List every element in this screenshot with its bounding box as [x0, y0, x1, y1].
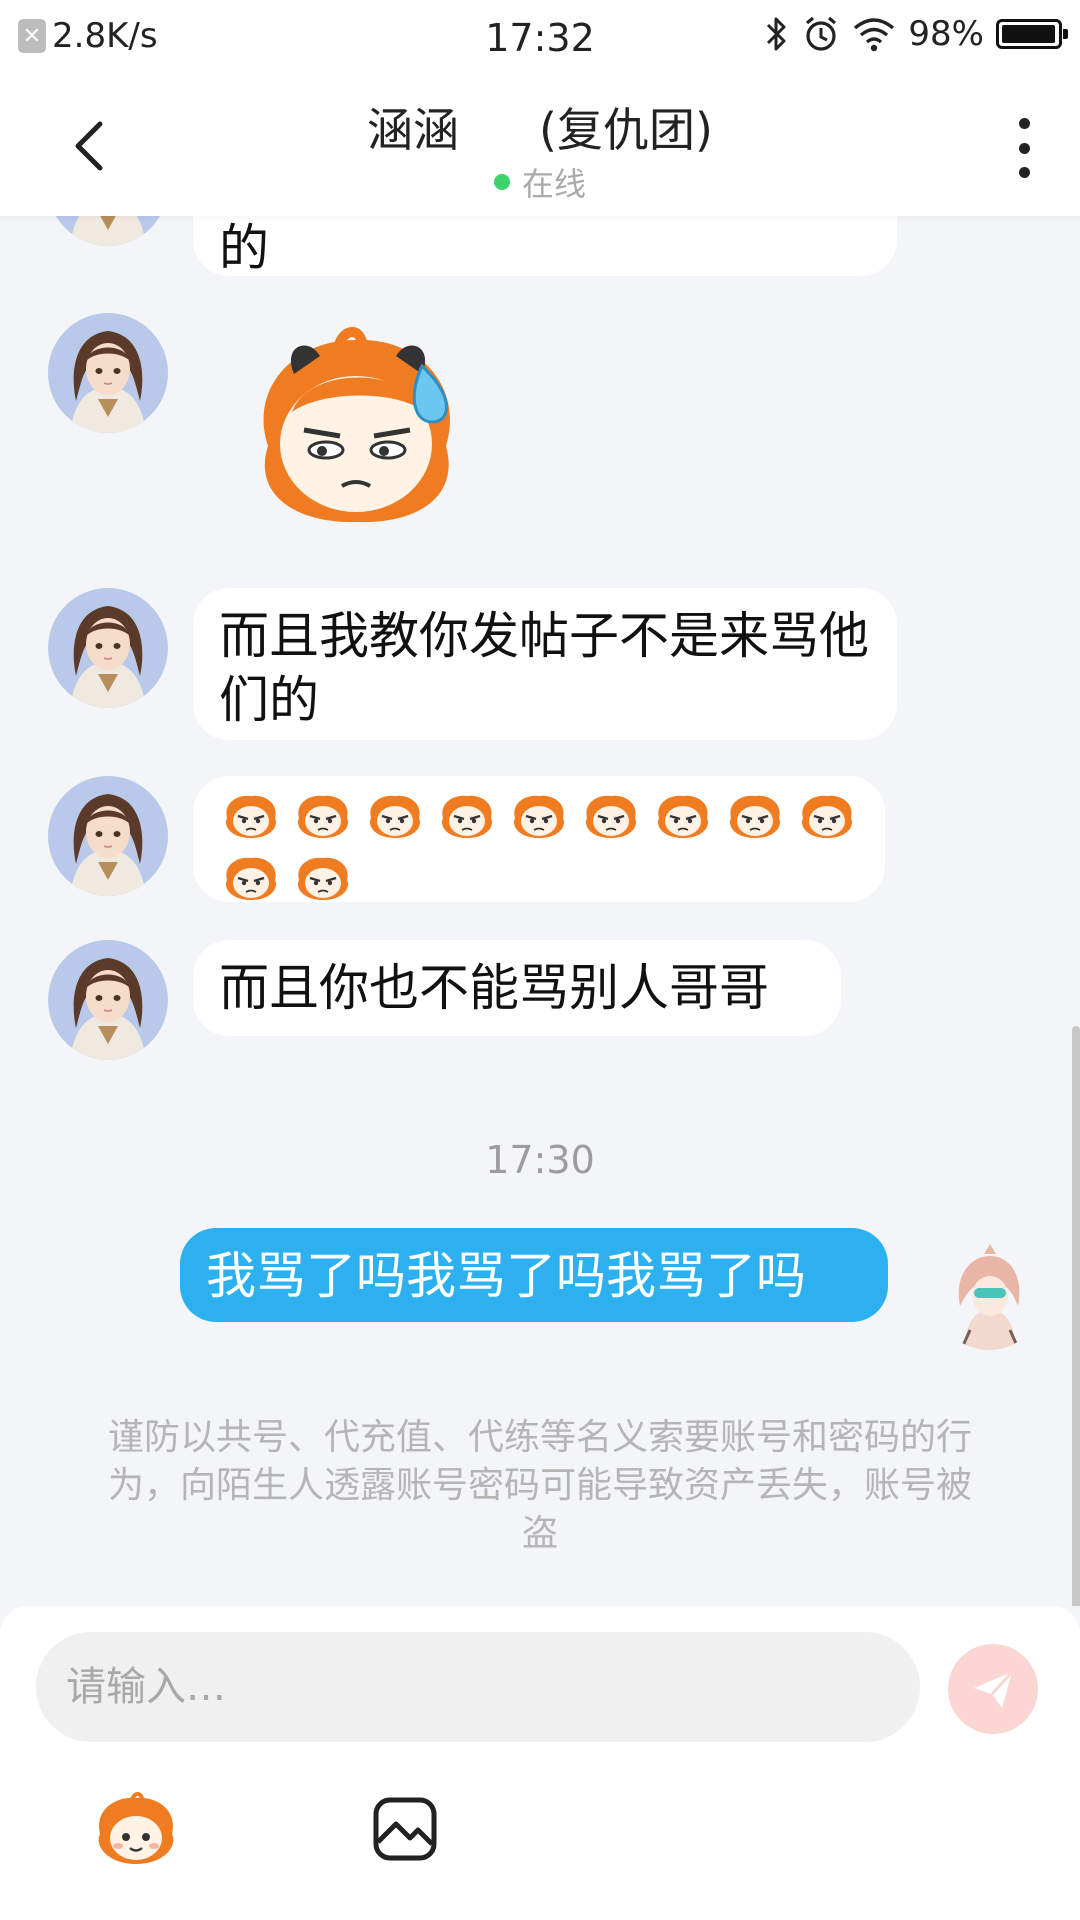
contact-avatar[interactable] [48, 588, 168, 708]
message-input[interactable] [36, 1632, 920, 1742]
annoyed-face-emoji [221, 854, 281, 904]
online-dot-icon [493, 174, 510, 190]
send-icon [974, 1670, 1014, 1708]
battery-percent: 98% [908, 14, 984, 54]
annoyed-face-emoji [581, 792, 641, 842]
contact-avatar[interactable] [48, 216, 168, 246]
status-right: 98% [764, 14, 1068, 54]
annoyed-face-emoji [509, 792, 569, 842]
online-status: 在线 [0, 159, 1080, 205]
annoyed-face-emoji [437, 792, 497, 842]
chat-title: 涵涵 (复仇团) [0, 94, 1080, 160]
more-options-button[interactable] [1004, 118, 1044, 178]
chat-scrollbar[interactable] [1072, 1026, 1080, 1606]
message-bubble[interactable]: 而且你也不能骂别人哥哥 [193, 940, 841, 1036]
annoyed-face-emoji [293, 854, 353, 904]
annoyed-face-emoji [653, 792, 713, 842]
more-vertical-icon [1018, 118, 1030, 129]
annoyed-face-emoji [725, 792, 785, 842]
security-notice: 谨防以共号、代充值、代练等名义索要账号和密码的行为，向陌生人透露账号密码可能导致… [107, 1417, 972, 1554]
annoyed-face-emoji [293, 792, 353, 842]
battery-level [1002, 25, 1055, 43]
my-avatar[interactable] [934, 1240, 1044, 1350]
message-text: 我骂了吗我骂了吗我骂了吗 [206, 1247, 806, 1305]
message-bubble[interactable]: 而且我教你发帖子不是来骂他们的 [193, 588, 897, 740]
group-name: (复仇团) [539, 103, 713, 157]
message-text: 而且你也不能骂别人哥哥 [219, 959, 769, 1017]
wifi-icon [854, 18, 895, 52]
message-bubble[interactable]: 的 [193, 216, 897, 277]
online-status-label: 在线 [521, 165, 586, 203]
contact-avatar[interactable] [48, 313, 168, 433]
contact-avatar[interactable] [48, 776, 168, 896]
image-icon [373, 1797, 437, 1861]
alarm-icon [806, 16, 837, 51]
message-text: 的 [219, 219, 269, 277]
annoyed-face-emoji [221, 792, 281, 842]
chat-messages[interactable]: 的 而且我教你发帖子不是来骂他们的 而且你也不能骂别人哥哥 17:30 我骂了吗… [0, 216, 1080, 1606]
bluetooth-icon [767, 17, 786, 51]
message-text: 而且我教你发帖子不是来骂他们的 [219, 607, 869, 729]
input-area [0, 1606, 1080, 1920]
emoji-face-icon [98, 1792, 174, 1864]
my-message-bubble[interactable]: 我骂了吗我骂了吗我骂了吗 [180, 1228, 888, 1322]
annoyed-face-emoji [365, 792, 425, 842]
send-button[interactable] [948, 1644, 1038, 1734]
emoji-message-bubble[interactable] [193, 776, 885, 902]
image-button[interactable] [372, 1796, 438, 1862]
emoji-row [221, 792, 863, 904]
status-bar: ✕ 2.8K/s 17:32 98% [0, 0, 1080, 74]
annoyed-face-emoji [797, 792, 857, 842]
sweat-cartoon-face-sticker[interactable] [238, 326, 478, 526]
battery-icon [996, 19, 1068, 49]
contact-name: 涵涵 [367, 103, 460, 157]
contact-avatar[interactable] [48, 940, 168, 1060]
time-label: 17:30 [485, 1138, 595, 1182]
chat-header: 涵涵 (复仇团) 在线 [0, 74, 1080, 216]
emoji-button[interactable] [92, 1792, 180, 1868]
